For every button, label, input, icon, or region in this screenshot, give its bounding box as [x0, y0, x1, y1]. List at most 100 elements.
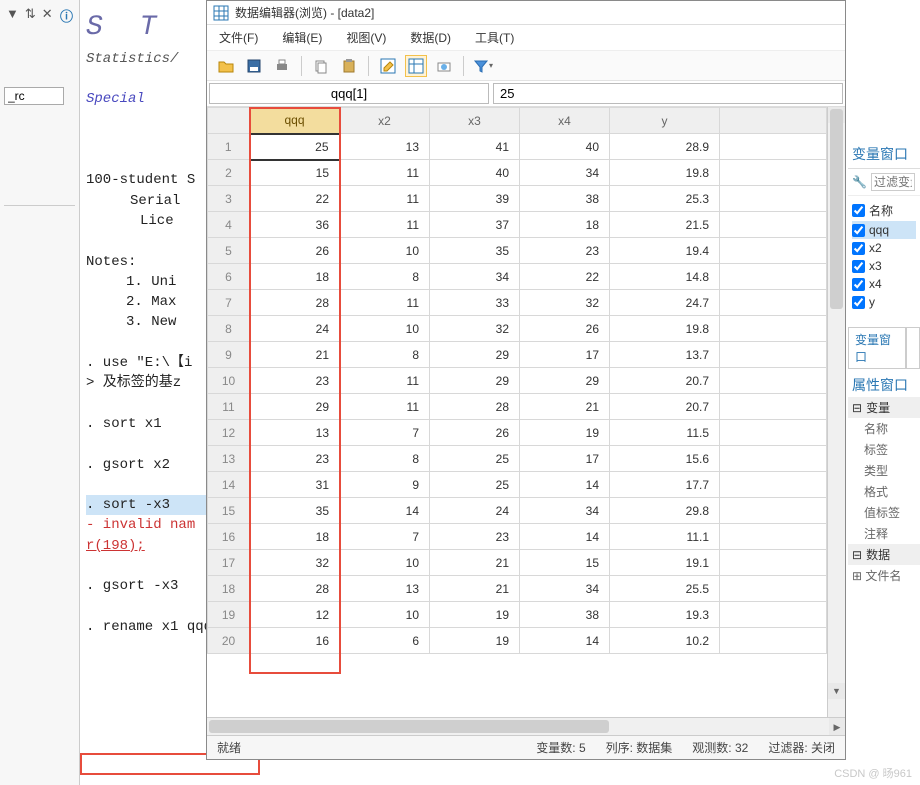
cell[interactable]: 28 [430, 394, 520, 420]
cell[interactable]: 21 [520, 394, 610, 420]
cell[interactable]: 12 [250, 602, 340, 628]
var-item-x3[interactable]: x3 [852, 257, 916, 275]
cell[interactable]: 10 [340, 550, 430, 576]
cell[interactable]: 15 [250, 160, 340, 186]
row-number[interactable]: 20 [208, 628, 250, 654]
table-row[interactable]: 182813213425.5 [208, 576, 827, 602]
tab-variables[interactable]: 变量窗口 [848, 327, 906, 368]
menu-view[interactable]: 视图(V) [346, 29, 386, 46]
table-row[interactable]: 32211393825.3 [208, 186, 827, 212]
cell[interactable]: 15 [520, 550, 610, 576]
group-variable[interactable]: ⊟变量 [848, 397, 920, 418]
cell[interactable]: 25 [430, 472, 520, 498]
cell[interactable]: 23 [250, 446, 340, 472]
table-row[interactable]: 173210211519.1 [208, 550, 827, 576]
var-item-qqq[interactable]: qqq [852, 221, 916, 239]
cell[interactable]: 34 [430, 264, 520, 290]
cell[interactable]: 8 [340, 342, 430, 368]
column-header-y[interactable]: y [610, 108, 720, 134]
cell[interactable]: 13 [250, 420, 340, 446]
var-item-x2[interactable]: x2 [852, 239, 916, 257]
browse-mode-icon[interactable] [405, 55, 427, 77]
error-link[interactable]: r(198); [86, 536, 220, 556]
cell[interactable]: 25 [430, 446, 520, 472]
save-icon[interactable] [243, 55, 265, 77]
cell[interactable]: 11 [340, 212, 430, 238]
row-number[interactable]: 6 [208, 264, 250, 290]
collapse-icon[interactable]: ⊟ [852, 401, 862, 415]
table-row[interactable]: 16187231411.1 [208, 524, 827, 550]
cell[interactable]: 11.1 [610, 524, 720, 550]
table-row[interactable]: 112911282120.7 [208, 394, 827, 420]
row-number[interactable]: 11 [208, 394, 250, 420]
cell[interactable]: 14 [520, 628, 610, 654]
var-checkbox[interactable] [852, 224, 865, 237]
row-number[interactable]: 15 [208, 498, 250, 524]
cell[interactable]: 24.7 [610, 290, 720, 316]
cell[interactable]: 17 [520, 342, 610, 368]
cell[interactable]: 32 [430, 316, 520, 342]
menu-data[interactable]: 数据(D) [410, 29, 451, 46]
row-number[interactable]: 2 [208, 160, 250, 186]
cell[interactable]: 19.1 [610, 550, 720, 576]
cell[interactable]: 36 [250, 212, 340, 238]
cell[interactable]: 21 [430, 576, 520, 602]
cell[interactable]: 23 [520, 238, 610, 264]
row-number[interactable]: 13 [208, 446, 250, 472]
filter-icon[interactable]: ▾ [472, 55, 494, 77]
var-checkbox[interactable] [852, 278, 865, 291]
cell[interactable]: 16 [250, 628, 340, 654]
row-number[interactable]: 7 [208, 290, 250, 316]
row-number[interactable]: 19 [208, 602, 250, 628]
cell[interactable]: 11.5 [610, 420, 720, 446]
cell[interactable]: 7 [340, 524, 430, 550]
cell[interactable]: 29 [520, 368, 610, 394]
collapse-icon[interactable]: ⊟ [852, 548, 862, 562]
table-row[interactable]: 72811333224.7 [208, 290, 827, 316]
row-number[interactable]: 18 [208, 576, 250, 602]
table-row[interactable]: 191210193819.3 [208, 602, 827, 628]
column-header-x2[interactable]: x2 [340, 108, 430, 134]
cell[interactable]: 23 [250, 368, 340, 394]
cell[interactable]: 24 [430, 498, 520, 524]
cell[interactable]: 34 [520, 498, 610, 524]
cell[interactable]: 33 [430, 290, 520, 316]
cell[interactable]: 20.7 [610, 368, 720, 394]
table-row[interactable]: 21511403419.8 [208, 160, 827, 186]
table-row[interactable]: 52610352319.4 [208, 238, 827, 264]
var-checkbox[interactable] [852, 260, 865, 273]
attr-item[interactable]: 值标签 [848, 502, 920, 523]
var-item-y[interactable]: y [852, 293, 916, 311]
attr-filename[interactable]: ⊞ 文件名 [848, 565, 920, 586]
var-item-x4[interactable]: x4 [852, 275, 916, 293]
column-header-x4[interactable]: x4 [520, 108, 610, 134]
row-number[interactable]: 16 [208, 524, 250, 550]
row-number[interactable]: 17 [208, 550, 250, 576]
edit-mode-icon[interactable] [377, 55, 399, 77]
cell[interactable]: 41 [430, 134, 520, 160]
table-row[interactable]: 13238251715.6 [208, 446, 827, 472]
attr-item[interactable]: 标签 [848, 439, 920, 460]
row-number[interactable]: 12 [208, 420, 250, 446]
table-row[interactable]: 14319251417.7 [208, 472, 827, 498]
cell[interactable]: 8 [340, 446, 430, 472]
menu-edit[interactable]: 编辑(E) [282, 29, 322, 46]
cell[interactable]: 8 [340, 264, 430, 290]
row-number[interactable]: 4 [208, 212, 250, 238]
cell[interactable]: 18 [250, 264, 340, 290]
cell[interactable]: 37 [430, 212, 520, 238]
menu-tools[interactable]: 工具(T) [475, 29, 514, 46]
hscroll-thumb[interactable] [209, 720, 609, 733]
cell[interactable]: 19.8 [610, 316, 720, 342]
cell[interactable]: 29 [430, 368, 520, 394]
cell[interactable]: 21 [250, 342, 340, 368]
cell[interactable]: 20.7 [610, 394, 720, 420]
cell[interactable]: 26 [520, 316, 610, 342]
group-data[interactable]: ⊟数据 [848, 544, 920, 565]
cell[interactable]: 39 [430, 186, 520, 212]
cell[interactable]: 38 [520, 602, 610, 628]
cell[interactable]: 38 [520, 186, 610, 212]
cell[interactable]: 18 [520, 212, 610, 238]
print-icon[interactable] [271, 55, 293, 77]
copy-icon[interactable] [310, 55, 332, 77]
